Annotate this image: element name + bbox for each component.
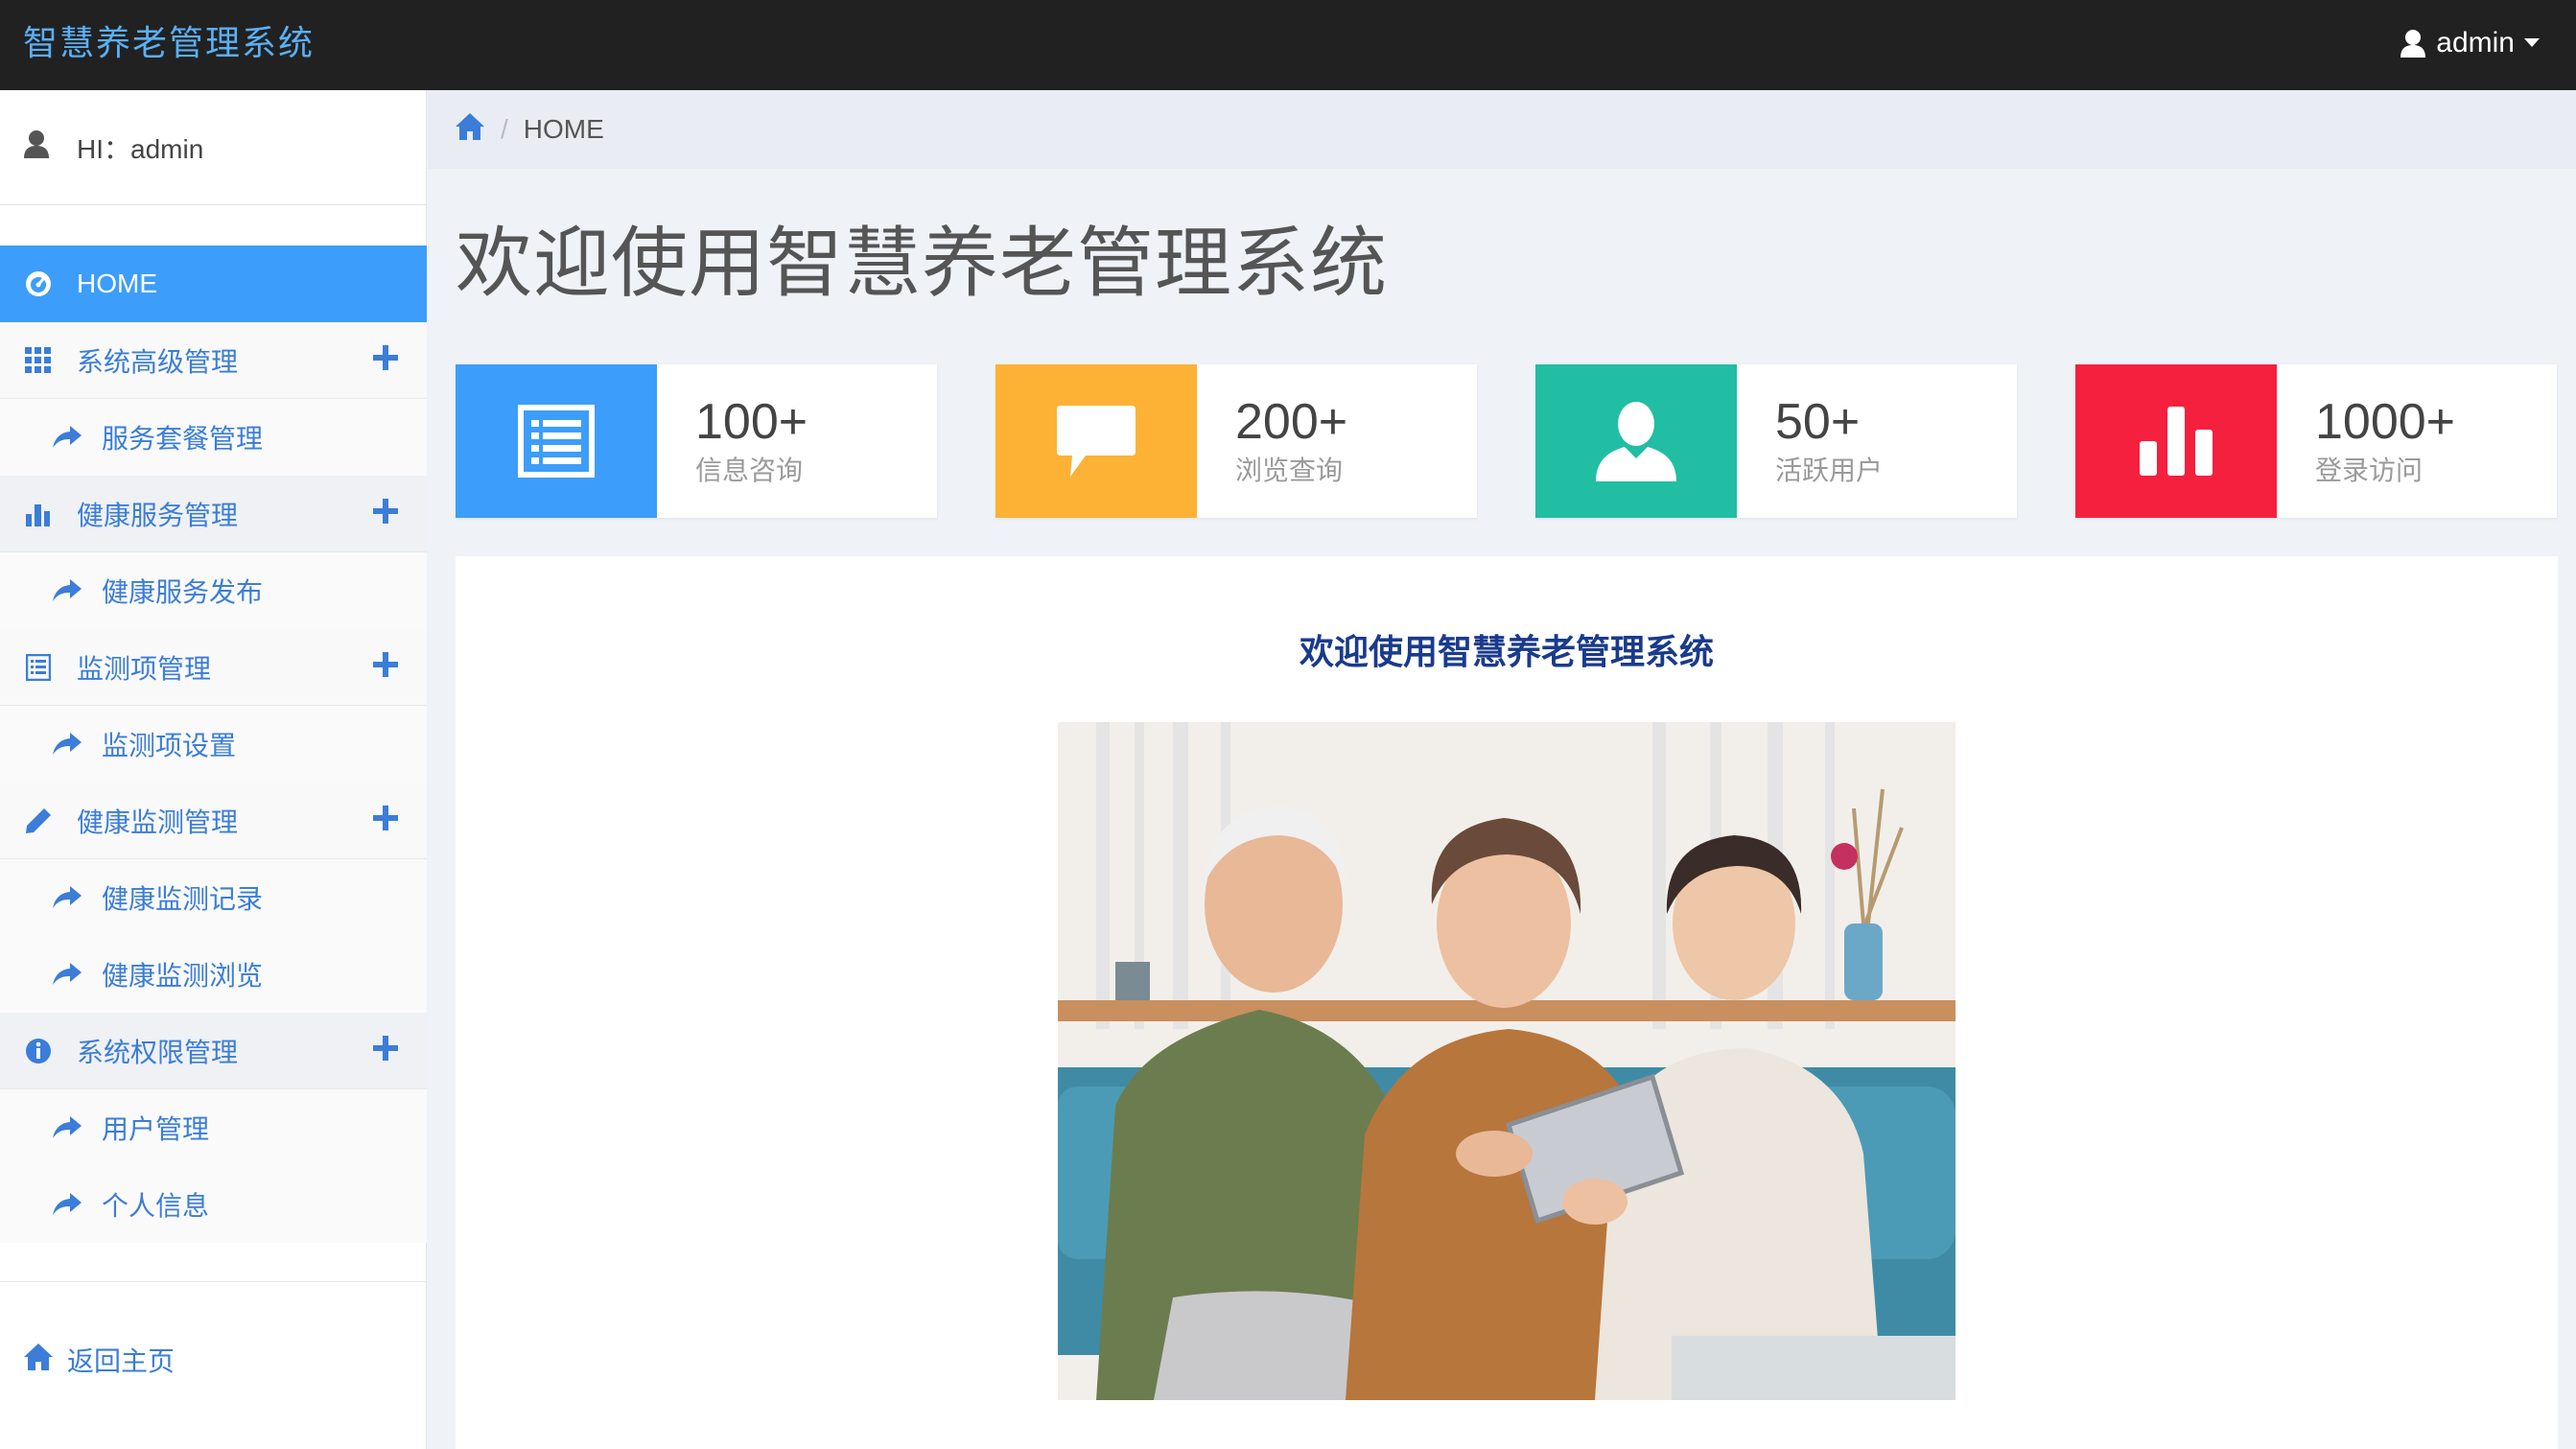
info-icon	[21, 1034, 56, 1068]
share-arrow-icon	[50, 727, 84, 761]
list-icon	[21, 650, 56, 685]
sidebar-item-label: 系统高级管理	[77, 346, 239, 377]
sidebar-menu: HOME 系统高级管理 服务套餐管理 健康服务管理 健康服务发布 监测项管理 监…	[0, 245, 427, 1243]
sidebar-item-label: 服务套餐管理	[102, 424, 264, 454]
elderly-people-photo	[1058, 722, 1955, 1400]
sidebar: HI：admin HOME 系统高级管理 服务套餐管理 健康服务管理 健康服务发…	[0, 90, 427, 1449]
stat-label: 信息咨询	[695, 456, 804, 485]
back-home-link[interactable]: 返回主页	[23, 1337, 175, 1383]
sidebar-item-home[interactable]: HOME	[0, 245, 427, 322]
home-icon[interactable]	[455, 112, 485, 148]
sidebar-item-label: 健康监测浏览	[102, 961, 264, 991]
bar-chart-icon	[2075, 364, 2277, 518]
user-menu[interactable]: admin	[2400, 21, 2540, 65]
content-panel: 欢迎使用智慧养老管理系统	[456, 556, 2558, 1449]
sidebar-subitem-user-management[interactable]: 用户管理	[0, 1089, 427, 1166]
list-icon	[456, 364, 657, 518]
stat-value: 1000+	[2315, 394, 2456, 450]
sidebar-item-label: 监测项管理	[77, 653, 212, 684]
grid-icon	[21, 343, 56, 378]
sidebar-item-label: HOME	[77, 269, 157, 298]
stat-label: 浏览查询	[1235, 456, 1344, 485]
sidebar-item-label: 健康监测管理	[77, 806, 239, 837]
share-arrow-icon	[50, 1110, 84, 1145]
comment-icon	[995, 364, 1197, 518]
sidebar-item-label: 个人信息	[102, 1191, 210, 1221]
sidebar-item-permissions[interactable]: 系统权限管理	[0, 1013, 427, 1089]
sidebar-subitem-health-records[interactable]: 健康监测记录	[0, 859, 427, 936]
user-icon	[23, 129, 50, 165]
sidebar-subitem-package-management[interactable]: 服务套餐管理	[0, 399, 427, 476]
sidebar-item-health-monitor[interactable]: 健康监测管理	[0, 783, 427, 859]
stat-card-active-users[interactable]: 50+ 活跃用户	[1535, 364, 2017, 518]
stat-value: 50+	[1775, 394, 1861, 450]
pencil-icon	[21, 804, 56, 838]
bar-chart-icon	[21, 497, 56, 531]
share-arrow-icon	[50, 957, 84, 992]
stat-label: 登录访问	[2315, 456, 2424, 485]
app-brand[interactable]: 智慧养老管理系统	[23, 21, 315, 65]
sidebar-item-monitor-items[interactable]: 监测项管理	[0, 629, 427, 706]
plus-icon[interactable]	[373, 499, 398, 530]
sidebar-item-label: 系统权限管理	[77, 1037, 239, 1067]
plus-icon[interactable]	[373, 806, 398, 837]
plus-icon[interactable]	[373, 652, 398, 684]
breadcrumb-current: HOME	[523, 114, 604, 144]
home-icon	[23, 1343, 54, 1378]
stat-card-logins[interactable]: 1000+ 登录访问	[2075, 364, 2557, 518]
sidebar-subitem-health-browse[interactable]: 健康监测浏览	[0, 936, 427, 1013]
dashboard-icon	[21, 267, 56, 301]
user-icon	[2400, 29, 2426, 58]
plus-icon[interactable]	[373, 345, 398, 377]
user-greeting: HI：admin	[77, 133, 204, 164]
sidebar-item-label: 健康服务发布	[102, 577, 264, 607]
breadcrumb-separator: /	[501, 114, 508, 144]
sidebar-item-label: 健康服务管理	[77, 500, 239, 530]
sidebar-item-health-service[interactable]: 健康服务管理	[0, 476, 427, 552]
share-arrow-icon	[50, 880, 84, 915]
caret-down-icon	[2524, 38, 2540, 48]
share-arrow-icon	[50, 573, 84, 608]
page-title: 欢迎使用智慧养老管理系统	[456, 221, 1388, 306]
sidebar-user-block: HI：admin	[0, 90, 427, 205]
back-home-label: 返回主页	[67, 1346, 176, 1376]
user-name: admin	[2436, 27, 2515, 58]
share-arrow-icon	[50, 1187, 84, 1222]
stat-value: 100+	[695, 394, 808, 450]
sidebar-subitem-monitor-settings[interactable]: 监测项设置	[0, 706, 427, 783]
breadcrumb: / HOME	[428, 90, 2576, 169]
stat-label: 活跃用户	[1775, 456, 1884, 485]
sidebar-divider	[0, 1281, 427, 1282]
plus-icon[interactable]	[373, 1036, 398, 1067]
sidebar-subitem-profile[interactable]: 个人信息	[0, 1166, 427, 1243]
top-navbar: 智慧养老管理系统 admin	[0, 0, 2576, 90]
sidebar-item-label: 监测项设置	[102, 731, 237, 760]
share-arrow-icon	[50, 420, 84, 455]
stat-card-consult[interactable]: 100+ 信息咨询	[456, 364, 937, 518]
sidebar-item-label: 健康监测记录	[102, 884, 264, 914]
user-icon	[1535, 364, 1737, 518]
stat-card-browse[interactable]: 200+ 浏览查询	[995, 364, 1477, 518]
stat-value: 200+	[1235, 394, 1348, 450]
content-heading: 欢迎使用智慧养老管理系统	[1299, 632, 1714, 671]
sidebar-item-system-advanced[interactable]: 系统高级管理	[0, 322, 427, 399]
sidebar-subitem-health-service-publish[interactable]: 健康服务发布	[0, 552, 427, 629]
sidebar-item-label: 用户管理	[102, 1114, 210, 1144]
